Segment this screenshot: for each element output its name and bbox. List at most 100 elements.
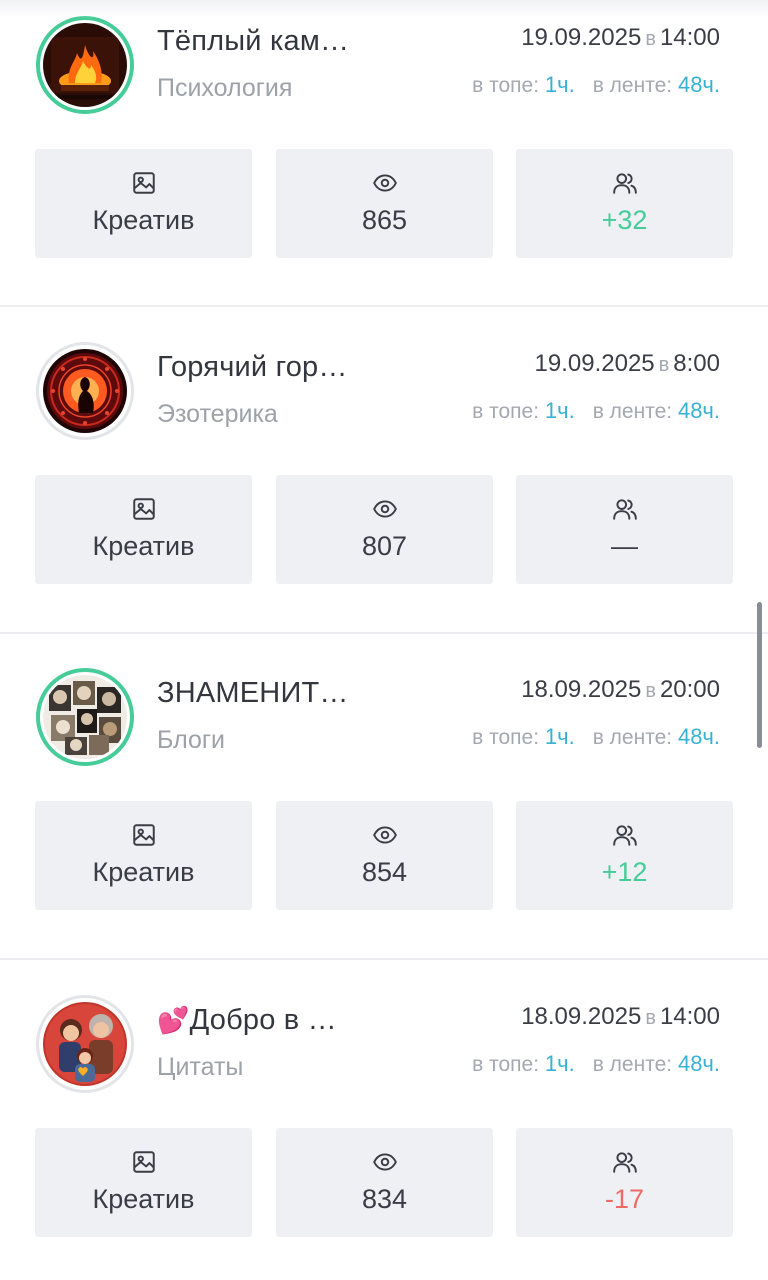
top-label: в топе:: [472, 726, 540, 749]
post-datetime: 19.09.2025 в 8:00: [535, 350, 720, 378]
creative-label: Креатив: [92, 1184, 195, 1214]
users-icon: [611, 1148, 639, 1176]
subscribers-stat: -17: [516, 1128, 733, 1237]
views-stat: 807: [276, 475, 493, 584]
image-icon: [130, 495, 158, 523]
post-card[interactable]: 💕Добро в … Цитаты 18.09.2025 в 14:00 в топ…: [0, 979, 768, 1280]
subscribers-delta: -17: [604, 1184, 645, 1214]
channel-title: Горячий гор…: [157, 351, 348, 383]
channel-avatar[interactable]: [36, 668, 134, 766]
feed-label: в ленте:: [592, 1053, 673, 1076]
subscribers-stat: —: [516, 475, 733, 584]
views-stat: 865: [276, 149, 493, 258]
post-datetime: 18.09.2025 в 14:00: [521, 1003, 720, 1031]
divider: [0, 958, 768, 960]
views-count: 854: [361, 857, 408, 887]
subscribers-stat: +32: [516, 149, 733, 258]
views-count: 807: [361, 531, 408, 561]
eye-icon: [371, 169, 399, 197]
creative-button[interactable]: Креатив: [35, 801, 252, 910]
post-time: 8:00: [673, 350, 720, 377]
channel-category: Эзотерика: [157, 400, 278, 428]
post-list-screen: Тёплый кам… Психология 19.09.2025 в 14:00 …: [0, 0, 768, 1280]
channel-avatar[interactable]: [36, 342, 134, 440]
post-datetime: 19.09.2025 в 14:00: [521, 24, 720, 52]
eye-icon: [371, 1148, 399, 1176]
post-card[interactable]: ЗНАМЕНИТ… Блоги 18.09.2025 в 20:00 в топе:…: [0, 652, 768, 978]
creative-button[interactable]: Креатив: [35, 149, 252, 258]
channel-category: Психология: [157, 74, 293, 102]
channel-title: Тёплый кам…: [157, 25, 350, 57]
feed-label: в ленте:: [592, 726, 673, 749]
feed-label: в ленте:: [592, 400, 673, 423]
creative-label: Креатив: [92, 857, 195, 887]
feed-duration: 48ч.: [677, 72, 720, 97]
date-separator: в: [645, 28, 656, 50]
post-time: 14:00: [659, 24, 720, 51]
family-avatar-image: [43, 1002, 127, 1086]
views-stat: 834: [276, 1128, 493, 1237]
subscribers-delta: —: [611, 531, 638, 561]
views-count: 865: [361, 205, 408, 235]
image-icon: [130, 821, 158, 849]
post-date: 18.09.2025: [521, 676, 642, 703]
date-separator: в: [645, 680, 656, 702]
post-date: 19.09.2025: [521, 24, 642, 51]
eye-icon: [371, 495, 399, 523]
feed-duration: 48ч.: [677, 1051, 720, 1076]
feed-label: в ленте:: [592, 74, 673, 97]
channel-avatar[interactable]: [36, 16, 134, 114]
subscribers-delta: +32: [601, 205, 648, 235]
post-durations: в топе: 1ч. в ленте: 48ч.: [472, 1051, 720, 1077]
top-label: в топе:: [472, 74, 540, 97]
date-separator: в: [645, 1007, 656, 1029]
channel-category: Цитаты: [157, 1053, 244, 1081]
post-card[interactable]: Тёплый кам… Психология 19.09.2025 в 14:00 …: [0, 0, 768, 326]
top-label: в топе:: [472, 1053, 540, 1076]
creative-button[interactable]: Креатив: [35, 1128, 252, 1237]
celebrities-avatar-image: [43, 675, 127, 759]
top-duration: 1ч.: [544, 398, 575, 423]
post-durations: в топе: 1ч. в ленте: 48ч.: [472, 724, 720, 750]
channel-title-text: Добро в …: [189, 1004, 337, 1036]
top-shadow: [0, 0, 768, 18]
post-time: 20:00: [659, 676, 720, 703]
creative-label: Креатив: [92, 531, 195, 561]
divider: [0, 632, 768, 634]
zodiac-avatar-image: [43, 349, 127, 433]
eye-icon: [371, 821, 399, 849]
feed-duration: 48ч.: [677, 724, 720, 749]
top-duration: 1ч.: [544, 724, 575, 749]
views-count: 834: [361, 1184, 408, 1214]
channel-title: ЗНАМЕНИТ…: [157, 677, 349, 709]
post-date: 18.09.2025: [521, 1003, 642, 1030]
top-duration: 1ч.: [544, 1051, 575, 1076]
subscribers-stat: +12: [516, 801, 733, 910]
scrollbar[interactable]: [757, 602, 762, 748]
post-time: 14:00: [659, 1003, 720, 1030]
post-date: 19.09.2025: [534, 350, 655, 377]
post-durations: в топе: 1ч. в ленте: 48ч.: [472, 398, 720, 424]
post-datetime: 18.09.2025 в 20:00: [521, 676, 720, 704]
feed-duration: 48ч.: [677, 398, 720, 423]
channel-title: 💕Добро в …: [157, 1004, 337, 1037]
users-icon: [611, 821, 639, 849]
post-card[interactable]: Горячий гор… Эзотерика 19.09.2025 в 8:00 в…: [0, 326, 768, 652]
hearts-icon: 💕: [157, 1005, 190, 1035]
date-separator: в: [658, 354, 670, 376]
post-durations: в топе: 1ч. в ленте: 48ч.: [472, 72, 720, 98]
image-icon: [130, 1148, 158, 1176]
creative-label: Креатив: [92, 205, 195, 235]
subscribers-delta: +12: [601, 857, 648, 887]
fireplace-avatar-image: [43, 23, 127, 107]
users-icon: [611, 169, 639, 197]
users-icon: [611, 495, 639, 523]
channel-avatar[interactable]: [36, 995, 134, 1093]
image-icon: [130, 169, 158, 197]
top-duration: 1ч.: [544, 72, 575, 97]
views-stat: 854: [276, 801, 493, 910]
creative-button[interactable]: Креатив: [35, 475, 252, 584]
top-label: в топе:: [472, 400, 540, 423]
divider: [0, 305, 768, 307]
channel-category: Блоги: [157, 726, 225, 754]
